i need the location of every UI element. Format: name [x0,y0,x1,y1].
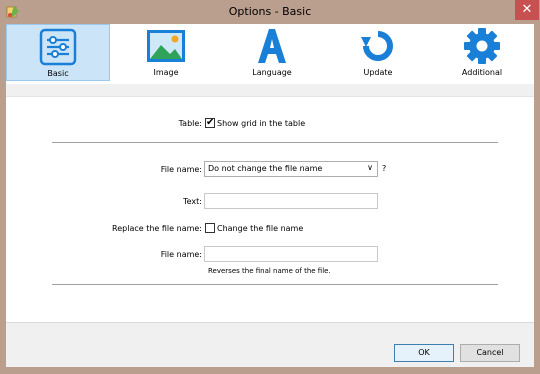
file-name-input[interactable] [204,246,378,262]
sliders-icon [39,28,77,66]
tab-basic[interactable]: Basic [6,24,110,81]
tab-update-label: Update [363,68,393,77]
change-name-label[interactable]: Change the file name [217,224,303,233]
table-label: Table: [178,119,202,128]
tab-update[interactable]: Update [326,24,430,81]
divider-top [52,142,498,143]
file-name-label: File name: [160,165,202,174]
category-toolbar: Basic Image Language Update Additional [6,24,534,84]
checkmark-icon: ✔ [206,117,215,128]
close-button[interactable]: ✕ [515,0,539,20]
text-input[interactable] [204,193,378,209]
tab-additional-label: Additional [461,68,503,77]
window-title: Options - Basic [228,5,312,18]
replace-file-name-label: Replace the file name: [112,224,202,233]
tab-additional[interactable]: Additional [430,24,534,81]
reverse-hint: Reverses the final name of the file. [208,267,331,275]
tab-language-label: Language [252,68,292,77]
show-grid-label[interactable]: Show grid in the table [217,119,305,128]
tab-language[interactable]: Language [220,24,324,81]
tab-image[interactable]: Image [114,24,218,81]
divider-bottom [52,284,498,285]
language-icon [258,29,286,63]
show-grid-checkbox[interactable]: ✔ [205,117,215,128]
file-name-select-value: Do not change the file name [208,164,323,173]
title-bar[interactable]: Options - Basic ✕ [0,0,540,24]
options-panel: Table: ✔ Show grid in the table File nam… [6,96,534,323]
cancel-button[interactable]: Cancel [460,344,520,362]
help-mark[interactable]: ? [382,164,386,173]
file-name-2-label: File name: [160,250,202,259]
file-name-select[interactable]: Do not change the file name ∨ [204,161,378,177]
options-window: Options - Basic ✕ Basic Image Language U… [0,0,540,374]
chevron-down-icon: ∨ [367,163,373,172]
change-name-checkbox[interactable] [205,223,215,233]
tab-basic-label: Basic [47,69,69,78]
tab-image-label: Image [153,68,179,77]
gear-icon [464,28,500,64]
image-icon [147,30,185,62]
text-label: Text: [183,197,202,206]
refresh-icon [361,31,393,61]
client-area: Basic Image Language Update Additional T… [6,24,534,367]
ok-button[interactable]: OK [394,344,454,362]
